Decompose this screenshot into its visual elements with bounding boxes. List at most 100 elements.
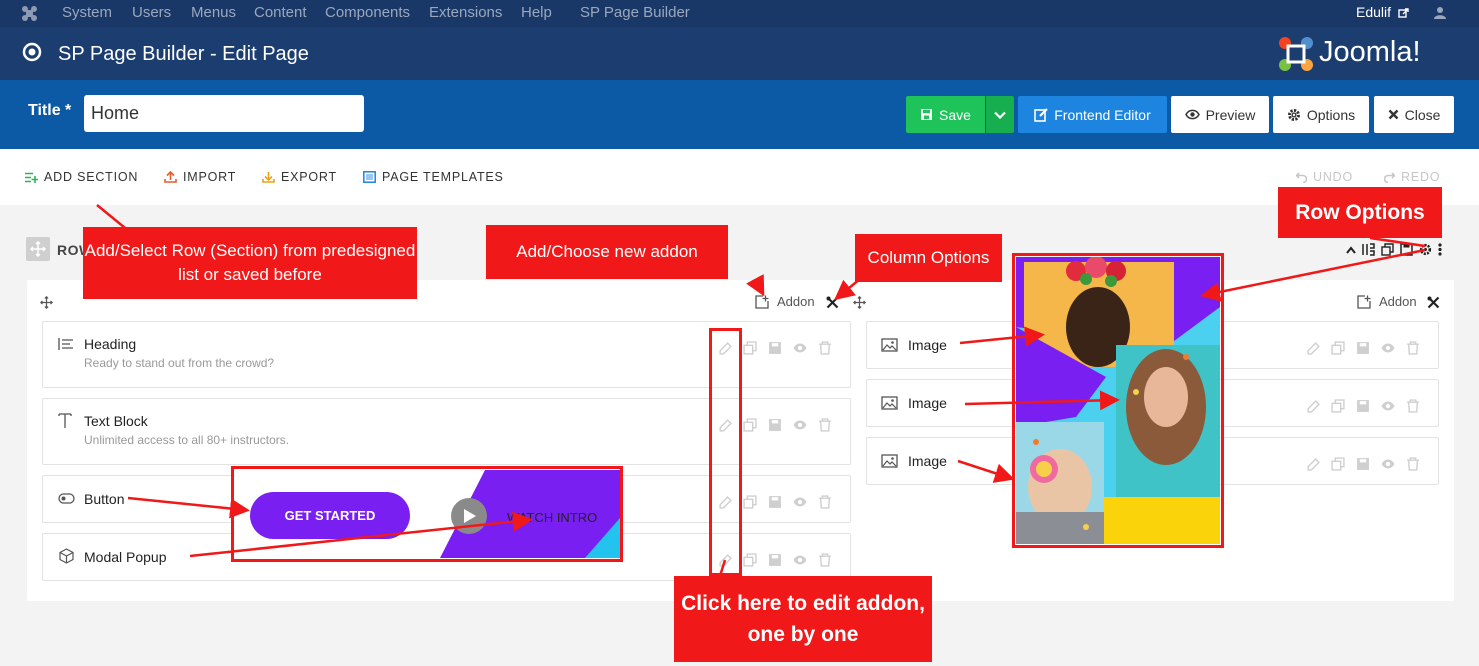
save-dropdown-button[interactable] <box>986 96 1014 133</box>
button-icon <box>58 493 75 504</box>
button-preview-highlight <box>231 466 623 562</box>
save-row-icon[interactable] <box>1400 243 1413 256</box>
menu-sp-page-builder[interactable]: SP Page Builder <box>580 4 690 21</box>
page-title: SP Page Builder - Edit Page <box>58 43 309 65</box>
trash-icon[interactable] <box>1406 457 1420 471</box>
redo-button[interactable]: REDO <box>1384 170 1440 184</box>
row-settings-icon[interactable] <box>1419 243 1432 256</box>
eye-icon[interactable] <box>1381 399 1395 413</box>
duplicate-icon[interactable] <box>743 341 757 355</box>
column-options-icon[interactable] <box>826 296 839 309</box>
frontend-editor-button[interactable]: Frontend Editor <box>1018 96 1167 133</box>
column-move-icon-2[interactable] <box>853 296 866 309</box>
add-icon-right <box>1357 294 1371 309</box>
columns-icon[interactable] <box>1362 243 1375 256</box>
trash-icon[interactable] <box>818 553 832 567</box>
edit-icon[interactable] <box>1306 399 1320 413</box>
trash-icon[interactable] <box>818 341 832 355</box>
eye-icon[interactable] <box>1381 457 1395 471</box>
menu-menus[interactable]: Menus <box>191 4 236 21</box>
save-icon[interactable] <box>1356 341 1370 355</box>
callout-edit-addon: Click here to edit addon, one by one <box>674 576 932 662</box>
builder-toolbar: ADD SECTION IMPORT EXPORT PAGE TEMPLATES… <box>0 149 1479 205</box>
duplicate-icon[interactable] <box>1331 457 1345 471</box>
options-button[interactable]: Options <box>1273 96 1369 133</box>
trash-icon[interactable] <box>1406 399 1420 413</box>
external-link-icon <box>1398 8 1409 18</box>
save-icon[interactable] <box>1356 457 1370 471</box>
duplicate-icon[interactable] <box>743 553 757 567</box>
user-icon[interactable] <box>1433 6 1447 20</box>
duplicate-icon[interactable] <box>1331 399 1345 413</box>
import-button[interactable]: IMPORT <box>164 170 236 184</box>
undo-button[interactable]: UNDO <box>1296 170 1353 184</box>
duplicate-icon[interactable] <box>743 418 757 432</box>
eye-icon[interactable] <box>793 418 807 432</box>
eye-icon[interactable] <box>793 495 807 509</box>
page-header: SP Page Builder - Edit Page Joomla! <box>0 27 1479 80</box>
redo-icon <box>1384 171 1395 183</box>
menu-users[interactable]: Users <box>132 4 171 21</box>
menu-system[interactable]: System <box>62 4 112 21</box>
preview-button[interactable]: Preview <box>1171 96 1269 133</box>
export-button[interactable]: EXPORT <box>262 170 337 184</box>
page-templates-button[interactable]: PAGE TEMPLATES <box>363 170 504 184</box>
title-bar: Title * Save Frontend Editor Preview Opt… <box>0 80 1479 149</box>
close-icon <box>1388 109 1398 120</box>
edit-icon[interactable] <box>1306 341 1320 355</box>
callout-add-row: Add/Select Row (Section) from predesigne… <box>83 227 417 299</box>
user-site-link[interactable]: Edulif <box>1356 4 1391 20</box>
menu-components[interactable]: Components <box>325 4 410 21</box>
admin-menu-bar: System Users Menus Content Components Ex… <box>0 0 1479 27</box>
trash-icon[interactable] <box>818 495 832 509</box>
duplicate-icon[interactable] <box>743 495 757 509</box>
menu-help[interactable]: Help <box>521 4 552 21</box>
duplicate-icon[interactable] <box>1381 243 1394 256</box>
callout-column-options: Column Options <box>855 234 1002 282</box>
row-drag-handle[interactable] <box>26 237 50 261</box>
heading-icon <box>58 338 73 350</box>
template-icon <box>363 171 376 183</box>
upload-icon <box>164 171 177 183</box>
addon-text-block-desc: Unlimited access to all 80+ instructors. <box>84 433 290 447</box>
text-block-icon <box>58 413 72 428</box>
save-icon[interactable] <box>768 341 782 355</box>
joomla-icon[interactable] <box>21 5 38 22</box>
trash-icon[interactable] <box>1406 341 1420 355</box>
target-icon <box>22 42 42 62</box>
right-column-options-icon[interactable] <box>1427 296 1440 309</box>
column-move-icon[interactable] <box>40 296 53 309</box>
menu-extensions[interactable]: Extensions <box>429 4 502 21</box>
more-vertical-icon[interactable] <box>1438 243 1442 256</box>
left-add-addon-button[interactable]: Addon <box>755 294 815 309</box>
eye-icon[interactable] <box>793 341 807 355</box>
add-section-button[interactable]: ADD SECTION <box>25 170 138 184</box>
save-icon[interactable] <box>768 495 782 509</box>
title-input[interactable] <box>84 95 364 132</box>
save-icon[interactable] <box>768 553 782 567</box>
addon-text-block-name: Text Block <box>84 413 148 429</box>
callout-add-addon: Add/Choose new addon <box>486 225 728 279</box>
undo-icon <box>1296 171 1307 183</box>
close-button[interactable]: Close <box>1374 96 1454 133</box>
collapse-icon[interactable] <box>1346 245 1356 254</box>
menu-content[interactable]: Content <box>254 4 307 21</box>
duplicate-icon[interactable] <box>1331 341 1345 355</box>
right-add-addon-button[interactable]: Addon <box>1357 294 1417 309</box>
image-icon <box>881 338 898 352</box>
image-icon-2 <box>881 396 898 410</box>
save-button[interactable]: Save <box>906 96 985 133</box>
eye-icon[interactable] <box>793 553 807 567</box>
eye-icon <box>1184 109 1200 120</box>
eye-icon[interactable] <box>1381 341 1395 355</box>
edit-column-highlight <box>709 328 742 576</box>
save-icon[interactable] <box>1356 399 1370 413</box>
edit-icon[interactable] <box>1306 457 1320 471</box>
trash-icon[interactable] <box>818 418 832 432</box>
addon-image-3-name: Image <box>908 453 947 469</box>
add-icon <box>755 294 769 309</box>
add-section-icon <box>25 172 38 183</box>
row-actions <box>1346 243 1442 256</box>
addon-heading-desc: Ready to stand out from the crowd? <box>84 356 275 370</box>
save-icon[interactable] <box>768 418 782 432</box>
